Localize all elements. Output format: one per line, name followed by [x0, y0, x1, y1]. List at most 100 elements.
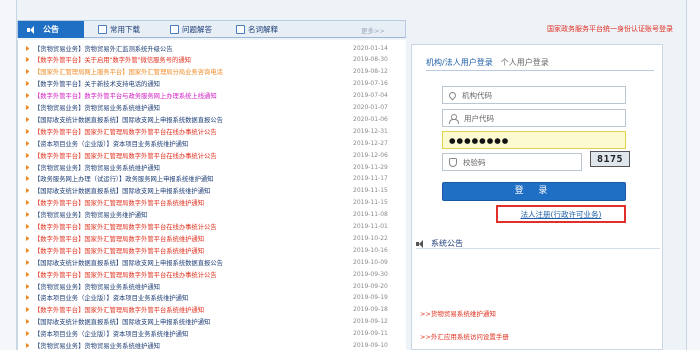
notice-title[interactable]: 【国际收支统计数据直报系统】国际收支网上申报系统数据直报公告	[34, 258, 362, 267]
list-item[interactable]: 【数字外管平台】国家外汇管理局数字外管平台系统维护通知 2019-09-18	[18, 304, 407, 316]
shield-icon	[449, 157, 457, 167]
list-item[interactable]: 【数字外管平台】国家外汇管理局数字外管平台在线办事统计公告 2019-12-06	[18, 149, 407, 161]
notice-date: 2019-11-15	[353, 187, 388, 195]
notice-title[interactable]: 【数字外管平台】国家外汇管理局数字外管平台系统维护通知	[34, 234, 362, 243]
list-item[interactable]: 【数字外管平台】国家外汇管理局数字外管平台在线办事统计公告 2019-12-31	[18, 125, 407, 137]
list-item[interactable]: 【货物贸易业务】货物贸易业务系统维护通知 2019-09-10	[18, 340, 407, 350]
notice-title[interactable]: 【数字外管平台】国家外汇管理局数字外管平台在线办事统计公告	[34, 151, 362, 160]
bullet-icon	[26, 224, 31, 229]
notice-title[interactable]: 【数字外管平台】国家外汇管理局数字外管平台在线办事统计公告	[34, 222, 362, 231]
list-item[interactable]: 【数字外管平台】国家外汇管理局数字外管平台在线办事统计公告 2019-09-30	[18, 268, 407, 280]
notice-title[interactable]: 【国际收支统计数据直报系统】国际收支网上申报系统维护通知	[34, 186, 362, 195]
notice-title[interactable]: 【数字外管平台】关于启用"数字外管"微信服务号的通知	[34, 55, 362, 64]
list-item[interactable]: 【数字外管平台】数字外管平台与政务服务网上办理系统上线通知 2019-07-04	[18, 90, 407, 102]
list-item[interactable]: 【国际收支统计数据直报系统】国际收支网上申报系统数据直报公告 2019-10-09	[18, 256, 407, 268]
list-item[interactable]: 【资本项目业务（企业版）】资本项目业务系统维护通知 2019-09-11	[18, 328, 407, 340]
notice-title[interactable]: 【数字外管平台】国家外汇管理局数字外管平台系统维护通知	[34, 246, 362, 255]
bullet-icon	[26, 176, 31, 182]
tab-glossary[interactable]: 名词解释	[236, 21, 278, 38]
list-item[interactable]: 【国际收支统计数据直报系统】国际收支网上申报系统维护通知 2019-09-12	[18, 316, 407, 328]
notice-date: 2019-09-18	[353, 306, 388, 314]
tab-notice-label: 公告	[43, 25, 59, 34]
divider	[416, 248, 660, 249]
notice-title[interactable]: 【资本项目业务（企业版）】资本项目业务系统维护通知	[34, 139, 362, 148]
list-item[interactable]: 【数字外管平台】关于启用"数字外管"微信服务号的通知 2019-08-30	[18, 54, 407, 66]
captcha-image[interactable]: 8175	[590, 151, 630, 167]
list-item[interactable]: 【货物贸易业务】货物贸易外汇监测系统升级公告 2020-01-14	[18, 42, 407, 54]
notice-title[interactable]: 【货物贸易业务】货物贸易业务系统维护通知	[34, 341, 362, 350]
notice-date: 2019-09-30	[353, 270, 388, 278]
notice-title[interactable]: 【货物贸易业务】货物贸易业务系统维护通知	[34, 163, 362, 172]
notice-title[interactable]: 【货物贸易业务】货物贸易业务系统维护通知	[34, 282, 362, 291]
notice-title[interactable]: 【数字外管平台】国家外汇管理局数字外管平台在线办事统计公告	[34, 127, 362, 136]
notice-title[interactable]: 【国家外汇管理局网上服务平台】国家外汇管理局分局业务咨询电话	[34, 67, 362, 76]
tab-notice[interactable]: 公告	[18, 21, 84, 38]
notice-date: 2019-11-08	[353, 211, 388, 219]
notice-title[interactable]: 【数字外管平台】数字外管平台与政务服务网上办理系统上线通知	[34, 91, 362, 100]
bullet-icon	[26, 81, 31, 87]
notice-date: 2019-07-04	[353, 92, 388, 100]
notice-date: 2019-09-10	[353, 342, 388, 349]
bullet-icon	[26, 105, 31, 110]
list-item[interactable]: 【国家外汇管理局网上服务平台】国家外汇管理局分局业务咨询电话 2019-08-12	[18, 66, 407, 78]
bullet-icon	[26, 57, 31, 63]
notice-title[interactable]: 【货物贸易业务】货物贸易外汇监测系统升级公告	[34, 44, 362, 53]
list-item[interactable]: 【数字外管平台】关于新技术支持电话的通知 2019-07-16	[18, 78, 407, 90]
notice-list: 【货物贸易业务】货物贸易外汇监测系统升级公告 2020-01-14 【数字外管平台】…	[17, 40, 406, 350]
notice-title[interactable]: 【资本项目业务（企业版）】资本项目业务系统维护通知	[34, 329, 362, 338]
list-item[interactable]: 【资本项目业务（企业版）】资本项目业务系统维护通知 2019-09-19	[18, 292, 407, 304]
tab-personal-login[interactable]: 个人用户登录	[501, 57, 549, 68]
password-field[interactable]: ●●●●●●●●	[442, 131, 626, 149]
user-code-field[interactable]: 用户代码	[442, 109, 626, 127]
list-item[interactable]: 【数字外管平台】国家外汇管理局数字外管平台系统维护通知 2019-10-22	[18, 232, 407, 244]
notice-date: 2020-01-06	[353, 115, 388, 123]
notice-date: 2019-12-31	[353, 127, 388, 135]
system-notice-item[interactable]: >>货物贸易系统维护通知	[420, 308, 496, 318]
more-link[interactable]: 更多>>	[361, 21, 385, 38]
tab-org-login[interactable]: 机构/法人用户登录	[426, 57, 493, 68]
tab-download[interactable]: 常用下载	[98, 21, 140, 38]
list-item[interactable]: 【货物贸易业务】货物贸易业务系统维护通知 2019-09-20	[18, 280, 407, 292]
notice-title[interactable]: 【资本项目业务（企业版）】资本项目业务系统维护通知	[34, 293, 362, 302]
notice-date: 2019-11-01	[353, 223, 388, 230]
notice-title[interactable]: 【货物贸易业务】货物贸易业务维护通知	[34, 210, 362, 219]
system-notice-item[interactable]: >>外汇应用系统访问设置手册	[420, 331, 509, 341]
list-item[interactable]: 【数字外管平台】国家外汇管理局数字外管平台在线办事统计公告 2019-11-01	[18, 221, 407, 233]
notice-title[interactable]: 【数字外管平台】关于新技术支持电话的通知	[34, 79, 362, 88]
bullet-icon	[26, 128, 31, 134]
speaker-icon	[27, 25, 36, 34]
list-item[interactable]: 【货物贸易业务】货物贸易业务系统维护通知 2020-01-07	[18, 102, 407, 114]
notice-title[interactable]: 【政务服务网上办理（试运行）】政务服务网上申报系统维护通知	[34, 174, 362, 183]
list-item[interactable]: 【资本项目业务（企业版）】资本项目业务系统维护通知 2019-12-27	[18, 137, 407, 149]
user-icon	[449, 113, 459, 124]
location-icon	[447, 90, 458, 100]
notice-title[interactable]: 【国际收支统计数据直报系统】国际收支网上申报系统维护通知	[34, 317, 362, 326]
notice-title[interactable]: 【数字外管平台】国家外汇管理局数字外管平台在线办事统计公告	[34, 270, 362, 279]
login-button[interactable]: 登 录	[442, 182, 626, 201]
captcha-field[interactable]: 校验码	[442, 153, 582, 171]
bullet-icon	[26, 235, 31, 241]
org-code-field[interactable]: 机构代码	[442, 86, 626, 104]
tab-faq[interactable]: 问题解答	[170, 21, 212, 38]
notice-title[interactable]: 【货物贸易业务】货物贸易业务系统维护通知	[34, 103, 362, 112]
list-item[interactable]: 【国际收支统计数据直报系统】国际收支网上申报系统数据直报公告 2020-01-06	[18, 113, 407, 125]
user-code-placeholder: 用户代码	[464, 113, 494, 123]
list-item[interactable]: 【国际收支统计数据直报系统】国际收支网上申报系统维护通知 2019-11-15	[18, 185, 407, 197]
divider	[426, 70, 654, 71]
right-scrollbar-track[interactable]	[686, 0, 700, 350]
notice-title[interactable]: 【数字外管平台】国家外汇管理局数字外管平台系统维护通知	[34, 198, 362, 207]
notice-date: 2019-12-27	[353, 139, 388, 147]
download-icon	[98, 25, 107, 34]
register-link[interactable]: 法人注册(行政许可业务)	[521, 209, 602, 220]
list-item[interactable]: 【数字外管平台】国家外汇管理局数字外管平台系统维护通知 2019-10-16	[18, 244, 407, 256]
org-code-placeholder: 机构代码	[462, 90, 492, 100]
notice-title[interactable]: 【数字外管平台】国家外汇管理局数字外管平台系统维护通知	[34, 305, 362, 314]
captcha-placeholder: 校验码	[463, 157, 486, 167]
bullet-icon	[26, 212, 31, 218]
gov-login-link[interactable]: 国家政务服务平台统一身份认证账号登录	[547, 24, 673, 34]
list-item[interactable]: 【数字外管平台】国家外汇管理局数字外管平台系统维护通知 2019-11-15	[18, 197, 407, 209]
list-item[interactable]: 【货物贸易业务】货物贸易业务系统维护通知 2019-11-29	[18, 161, 407, 173]
notice-title[interactable]: 【国际收支统计数据直报系统】国际收支网上申报系统数据直报公告	[34, 115, 362, 124]
list-item[interactable]: 【政务服务网上办理（试运行）】政务服务网上申报系统维护通知 2019-11-17	[18, 173, 407, 185]
list-item[interactable]: 【货物贸易业务】货物贸易业务维护通知 2019-11-08	[18, 209, 407, 221]
